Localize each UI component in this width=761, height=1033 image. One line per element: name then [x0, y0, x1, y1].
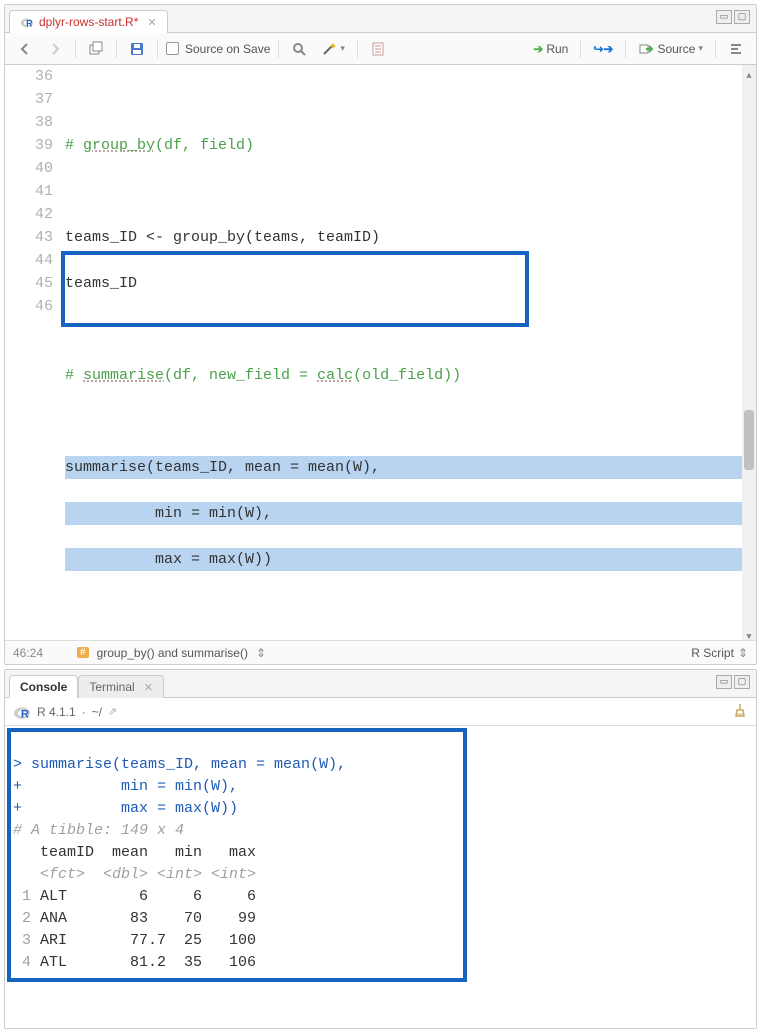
arrow-left-icon: [17, 41, 33, 57]
save-icon: [129, 41, 145, 57]
code-line[interactable]: [65, 318, 756, 341]
source-on-save-label: Source on Save: [185, 42, 270, 56]
code-line-selected[interactable]: max = max(W)): [65, 548, 756, 571]
run-arrow-icon: ➔: [533, 42, 543, 56]
wand-icon: [321, 41, 337, 57]
console-pane: Console Terminal ✕ ▭ ▢ R R 4.1.1 · ~/ ⇗ …: [4, 669, 757, 1029]
code-line[interactable]: [65, 88, 756, 111]
outline-button[interactable]: [724, 39, 748, 59]
code-line-selected[interactable]: min = min(W),: [65, 502, 756, 525]
minimize-pane-icon[interactable]: ▭: [716, 675, 732, 689]
editor-tabbar: R dplyr-rows-start.R* ✕ ▭ ▢: [5, 5, 756, 33]
file-tab-label: dplyr-rows-start.R*: [39, 15, 138, 29]
r-logo-icon: R: [13, 703, 31, 721]
arrow-right-icon: [47, 41, 63, 57]
find-button[interactable]: [287, 39, 311, 59]
code-line[interactable]: teams_ID <- group_by(teams, teamID): [65, 226, 756, 249]
source-button[interactable]: Source ▾: [634, 39, 707, 59]
separator: [357, 40, 358, 58]
save-button[interactable]: [125, 39, 149, 59]
run-label: Run: [546, 42, 568, 56]
table-row: 3 ARI 77.7 25 100: [13, 932, 256, 949]
table-header-row: teamID mean min max: [13, 844, 256, 861]
console-tab-label: Console: [20, 680, 67, 694]
vertical-scrollbar[interactable]: ▲ ▼: [742, 65, 756, 640]
scroll-thumb[interactable]: [744, 410, 754, 470]
search-icon: [291, 41, 307, 57]
separator: [715, 40, 716, 58]
rerun-button[interactable]: ↪➔: [589, 40, 617, 58]
tibble-header: # A tibble: 149 x 4: [13, 822, 184, 839]
table-row: 4 ATL 81.2 35 106: [13, 954, 256, 971]
source-label: Source: [657, 42, 695, 56]
console-tab[interactable]: Console: [9, 675, 78, 698]
run-button[interactable]: ➔ Run: [529, 40, 572, 58]
file-tab[interactable]: R dplyr-rows-start.R* ✕: [9, 10, 168, 33]
scope-badge-icon: #: [77, 647, 89, 658]
code-line[interactable]: [65, 180, 756, 203]
terminal-tab-label: Terminal: [89, 680, 134, 694]
wand-button[interactable]: ▾: [317, 39, 349, 59]
working-dir-label[interactable]: ~/: [92, 705, 102, 719]
table-type-row: <fct> <dbl> <int> <int>: [13, 866, 256, 883]
popout-icon: [88, 41, 104, 57]
clear-console-icon[interactable]: [732, 702, 748, 721]
r-version-label: R 4.1.1: [37, 705, 76, 719]
cursor-position: 46:24: [13, 646, 69, 660]
separator: [75, 40, 76, 58]
separator: [625, 40, 626, 58]
maximize-pane-icon[interactable]: ▢: [734, 675, 750, 689]
scope-label[interactable]: group_by() and summarise(): [97, 646, 248, 660]
filetype-updown-icon[interactable]: ⇕: [738, 646, 748, 660]
separator: [580, 40, 581, 58]
scroll-down-arrow[interactable]: ▼: [742, 626, 756, 640]
console-line: > summarise(teams_ID, mean = mean(W),: [13, 756, 346, 773]
scroll-up-arrow[interactable]: ▲: [742, 65, 756, 79]
scope-updown-icon[interactable]: ⇕: [256, 646, 266, 660]
maximize-pane-icon[interactable]: ▢: [734, 10, 750, 24]
pane-window-controls: ▭ ▢: [716, 675, 750, 689]
notebook-icon: [370, 41, 386, 57]
forward-button[interactable]: [43, 39, 67, 59]
table-row: 2 ANA 83 70 99: [13, 910, 256, 927]
rerun-icon: ↪➔: [593, 42, 613, 56]
code-editor[interactable]: 36 37 38 39 40 41 42 43 44 45 46 # group…: [5, 65, 756, 640]
table-row: 1 ALT 6 6 6: [13, 888, 256, 905]
separator: [278, 40, 279, 58]
line-gutter: 36 37 38 39 40 41 42 43 44 45 46: [5, 65, 65, 640]
separator: [116, 40, 117, 58]
source-icon: [638, 41, 654, 57]
separator: [157, 40, 158, 58]
code-line[interactable]: teams_ID: [65, 272, 756, 295]
console-output[interactable]: > summarise(teams_ID, mean = mean(W), + …: [5, 726, 756, 1028]
compile-report-button[interactable]: [366, 39, 390, 59]
terminal-tab[interactable]: Terminal ✕: [78, 675, 164, 698]
editor-toolbar: Source on Save ▾ ➔ Run ↪➔ Source ▾: [5, 33, 756, 65]
outline-icon: [728, 41, 744, 57]
source-on-save-checkbox[interactable]: [166, 42, 179, 55]
code-line[interactable]: # group_by(df, field): [65, 134, 756, 157]
console-line: + min = min(W),: [13, 778, 238, 795]
svg-text:R: R: [21, 708, 29, 720]
editor-statusbar: 46:24 # group_by() and summarise() ⇕ R S…: [5, 640, 756, 664]
svg-text:R: R: [26, 18, 33, 28]
back-button[interactable]: [13, 39, 37, 59]
code-line-selected[interactable]: summarise(teams_ID, mean = mean(W),: [65, 456, 756, 479]
console-tabbar: Console Terminal ✕ ▭ ▢: [5, 670, 756, 698]
minimize-pane-icon[interactable]: ▭: [716, 10, 732, 24]
console-header: R R 4.1.1 · ~/ ⇗: [5, 698, 756, 726]
code-line[interactable]: [65, 410, 756, 433]
code-area[interactable]: # group_by(df, field) teams_ID <- group_…: [65, 65, 756, 640]
editor-pane: R dplyr-rows-start.R* ✕ ▭ ▢ Source on Sa…: [4, 4, 757, 665]
console-line: + max = max(W)): [13, 800, 238, 817]
pane-window-controls: ▭ ▢: [716, 10, 750, 24]
r-file-icon: R: [20, 15, 34, 29]
filetype-label[interactable]: R Script: [691, 646, 734, 660]
show-in-new-window-button[interactable]: [84, 39, 108, 59]
wd-popout-icon[interactable]: ⇗: [108, 705, 117, 718]
console-dot: ·: [82, 705, 86, 719]
code-line[interactable]: # summarise(df, new_field = calc(old_fie…: [65, 364, 756, 387]
close-tab-icon[interactable]: ✕: [147, 16, 156, 29]
close-terminal-icon[interactable]: ✕: [144, 681, 153, 694]
